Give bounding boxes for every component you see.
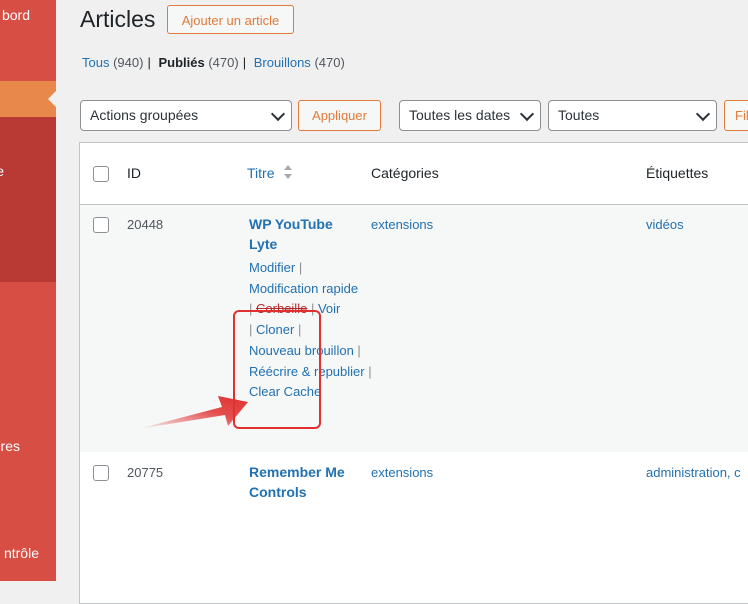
row-checkbox[interactable] <box>93 217 109 233</box>
filter-button-label: Fil <box>735 108 748 123</box>
post-title-line: Controls <box>249 484 307 500</box>
post-title-link[interactable]: WP YouTube Lyte <box>249 214 333 254</box>
date-filter-select[interactable]: Toutes les dates <box>399 100 541 131</box>
table-header: ID Titre Catégories Étiquettes <box>80 143 748 205</box>
sidebar-item-label: bord <box>1 7 30 23</box>
annotation-arrow-icon <box>138 396 248 429</box>
post-tag-link[interactable]: administration, c <box>646 465 741 480</box>
chevron-down-icon <box>270 106 286 122</box>
post-title-line: Lyte <box>249 236 278 252</box>
view-drafts-link[interactable]: Brouillons <box>254 55 311 70</box>
sort-icon[interactable] <box>283 164 293 180</box>
chevron-down-icon <box>519 106 535 122</box>
bulk-actions-value: Actions groupées <box>90 107 199 123</box>
sidebar-item-label: ntrôle <box>3 545 39 561</box>
view-all-link[interactable]: Tous <box>82 55 109 70</box>
quick-edit-link[interactable]: Modification rapide <box>249 281 358 296</box>
post-id: 20775 <box>127 465 164 480</box>
view-drafts-count: (470) <box>314 55 345 70</box>
view-all-count: (940) <box>113 55 144 70</box>
filter-button[interactable]: Fil <box>724 100 748 131</box>
page-title: Articles <box>80 6 156 32</box>
date-filter-value: Toutes les dates <box>409 107 511 123</box>
post-category-link[interactable]: extensions <box>371 465 433 480</box>
view-separator: | <box>242 55 247 70</box>
edit-link[interactable]: Modifier <box>249 260 295 275</box>
post-category-link[interactable]: extensions <box>371 217 433 232</box>
chevron-down-icon <box>695 106 711 122</box>
admin-sidebar: bord e res ntrôle <box>0 0 56 581</box>
table-row: 20775 Remember Me Controls extensions ad… <box>80 452 748 603</box>
sidebar-item-posts[interactable] <box>0 81 56 117</box>
post-tag-link[interactable]: vidéos <box>646 217 684 232</box>
view-link[interactable]: Voir <box>318 301 340 316</box>
post-title-link[interactable]: Remember Me Controls <box>249 462 345 502</box>
category-filter-value: Toutes <box>558 107 600 123</box>
posts-table: ID Titre Catégories Étiquettes 20448 WP … <box>79 142 748 604</box>
post-id: 20448 <box>127 217 164 232</box>
bulk-actions-select[interactable]: Actions groupées <box>80 100 292 131</box>
sidebar-item-label: res <box>0 438 20 454</box>
column-categories: Catégories <box>371 165 439 181</box>
post-title-line: WP YouTube <box>249 216 333 232</box>
apply-button[interactable]: Appliquer <box>298 100 381 131</box>
column-id[interactable]: ID <box>127 165 141 181</box>
sidebar-submenu <box>0 117 56 282</box>
column-title[interactable]: Titre <box>247 165 274 181</box>
column-tags: Étiquettes <box>646 165 709 181</box>
view-published-count: (470) <box>208 55 239 70</box>
select-all-checkbox[interactable] <box>93 166 109 182</box>
view-separator: | <box>147 55 151 70</box>
current-indicator <box>48 91 56 107</box>
sidebar-item-label: e <box>0 163 4 179</box>
category-filter-select[interactable]: Toutes <box>548 100 717 131</box>
row-checkbox[interactable] <box>93 465 109 481</box>
post-status-filter: Tous (940) | Publiés (470) | Brouillons (4… <box>82 55 345 70</box>
post-title-line: Remember Me <box>249 464 345 480</box>
view-published-link[interactable]: Publiés <box>158 55 204 70</box>
add-article-button[interactable]: Ajouter un article <box>167 5 294 34</box>
